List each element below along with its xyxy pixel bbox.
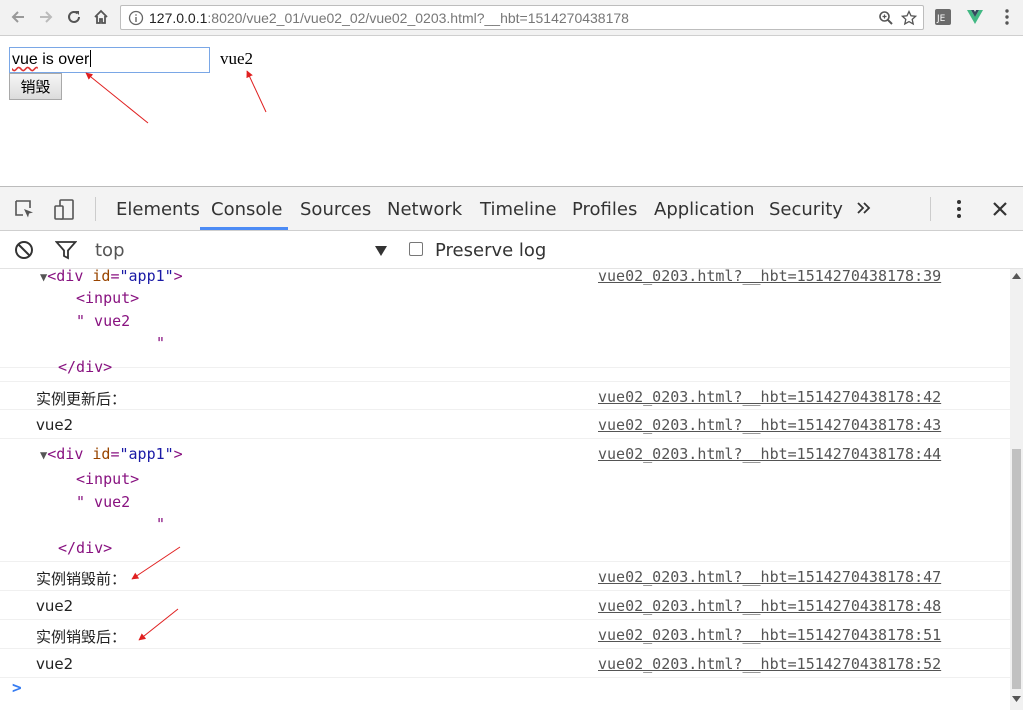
preserve-log-checkbox[interactable]	[409, 242, 423, 256]
devtools-panel: Elements Console Sources Network Timelin…	[0, 186, 1023, 710]
extension-jsonview-icon[interactable]: JE	[934, 8, 952, 26]
back-arrow-icon	[11, 11, 24, 23]
annotation-arrow-text	[246, 70, 267, 113]
toolbar-divider-right	[930, 197, 931, 221]
url-text: 127.0.0.1:8020/vue2_01/vue02_02/vue02_02…	[149, 10, 629, 26]
context-dropdown-icon[interactable]	[374, 245, 388, 257]
dom-text-end: "	[156, 334, 166, 352]
source-link[interactable]: vue02_0203.html?__hbt=1514270438178:39	[598, 269, 941, 285]
svg-text:JE: JE	[936, 14, 946, 24]
tab-sources[interactable]: Sources	[300, 199, 371, 220]
chrome-menu-icon[interactable]	[998, 8, 1016, 26]
scroll-up-icon[interactable]	[1012, 273, 1021, 279]
device-toolbar-icon[interactable]	[53, 198, 77, 222]
console-toolbar: top Preserve log	[0, 231, 1023, 269]
input-text-main: vue	[12, 51, 38, 68]
address-bar[interactable]: 127.0.0.1:8020/vue2_01/vue02_02/vue02_02…	[120, 5, 924, 30]
home-button[interactable]	[90, 6, 112, 28]
message-input[interactable]: vue is over	[9, 47, 210, 73]
tab-timeline[interactable]: Timeline	[480, 199, 557, 220]
zoom-icon[interactable]	[878, 10, 894, 26]
annotation-arrow-input	[85, 72, 149, 124]
console-dom-entry-1: ▼<div id="app1"> <input> " vue2 " </div>…	[0, 269, 1010, 376]
forward-arrow-icon	[40, 11, 53, 23]
dom-input-line[interactable]: <input>	[76, 289, 139, 307]
text-caret	[90, 50, 92, 67]
console-scrollbar[interactable]	[1010, 269, 1023, 710]
scroll-down-icon[interactable]	[1012, 696, 1021, 702]
browser-toolbar: 127.0.0.1:8020/vue2_01/vue02_02/vue02_02…	[0, 0, 1023, 36]
tab-console[interactable]: Console	[211, 199, 282, 220]
clear-console-icon[interactable]	[14, 240, 34, 260]
message-text: vue2	[220, 49, 254, 68]
destroy-button[interactable]: 销毁	[9, 73, 62, 100]
info-icon[interactable]	[128, 10, 144, 26]
tab-application[interactable]: Application	[654, 199, 755, 220]
filter-icon[interactable]	[55, 240, 77, 260]
reload-icon	[68, 10, 80, 23]
bookmark-star-icon[interactable]	[901, 10, 917, 26]
scrollbar-thumb[interactable]	[1012, 449, 1021, 689]
more-tabs-icon[interactable]	[856, 200, 872, 216]
home-icon	[94, 9, 108, 24]
toolbar-divider	[95, 197, 96, 221]
close-devtools-icon[interactable]	[991, 200, 1009, 218]
dom-text-line: " vue2	[76, 312, 131, 330]
tab-elements[interactable]: Elements	[116, 199, 200, 220]
active-tab-indicator	[200, 227, 288, 230]
inspect-element-icon[interactable]	[14, 199, 36, 221]
dom-close-line: </div>	[58, 358, 113, 376]
console-output: ▼<div id="app1"> <input> " vue2 " </div>…	[0, 269, 1010, 710]
tab-security[interactable]: Security	[769, 199, 843, 220]
console-prompt[interactable]: >	[12, 678, 22, 697]
reload-button[interactable]	[63, 6, 85, 28]
vue-devtools-icon[interactable]	[966, 8, 984, 26]
tab-network[interactable]: Network	[387, 199, 462, 220]
devtools-menu-icon[interactable]	[950, 198, 968, 220]
forward-button[interactable]	[35, 6, 57, 28]
preserve-log-label: Preserve log	[435, 240, 547, 261]
devtools-tabbar: Elements Console Sources Network Timelin…	[0, 187, 1023, 231]
input-text-rest: is over	[37, 51, 90, 68]
back-button[interactable]	[7, 6, 29, 28]
tab-profiles[interactable]: Profiles	[572, 199, 637, 220]
dom-open-line[interactable]: ▼<div id="app1">	[40, 269, 183, 285]
context-selector[interactable]: top	[95, 240, 125, 261]
